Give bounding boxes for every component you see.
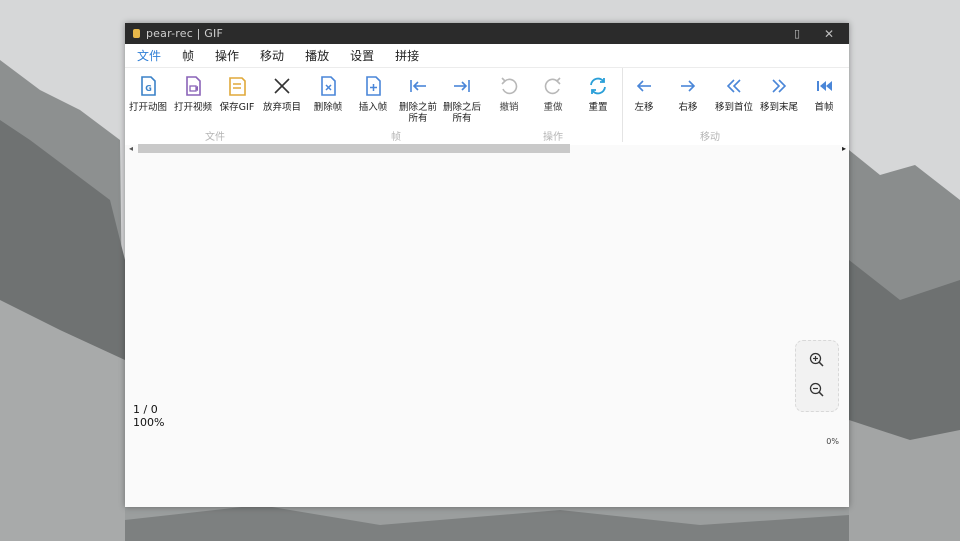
menu-settings[interactable]: 设置 (350, 47, 374, 64)
open-video-button[interactable]: 打开视频 (171, 75, 215, 113)
delete-frame-button[interactable]: 删除帧 (306, 75, 350, 113)
zoom-out-icon[interactable] (808, 381, 826, 399)
scroll-left-arrow-icon[interactable]: ◂ (129, 144, 133, 153)
zoom-in-icon[interactable] (808, 351, 826, 369)
save-gif-button[interactable]: 保存GIF (215, 75, 259, 113)
delete-before-button[interactable]: 删除之前所有 (396, 75, 440, 124)
skip-to-start-icon (817, 81, 832, 91)
frame-info: 1 / 0 100% (133, 403, 164, 429)
frame-counter: 1 / 0 (133, 403, 158, 416)
reset-button[interactable]: 重置 (576, 75, 620, 113)
arrow-left-icon (636, 80, 651, 92)
video-file-icon (186, 76, 201, 96)
move-left-button[interactable]: 左移 (622, 75, 666, 113)
group-label-file: 文件 (205, 132, 225, 143)
double-chevron-right-icon (772, 79, 787, 93)
move-last-button[interactable]: 移到末尾 (757, 75, 801, 113)
title-bar: pear-rec | GIF ▯ ✕ (125, 23, 849, 44)
svg-text:G: G (145, 84, 152, 93)
menu-bar: 文件 帧 操作 移动 播放 设置 拼接 (125, 44, 849, 68)
menu-operation[interactable]: 操作 (215, 47, 239, 64)
scroll-right-arrow-icon[interactable]: ▸ (842, 144, 846, 153)
group-label-frame: 帧 (391, 132, 401, 143)
refresh-icon (590, 77, 606, 95)
scrollbar-thumb[interactable] (138, 144, 570, 153)
close-button[interactable]: ✕ (815, 23, 843, 44)
insert-frame-button[interactable]: 插入帧 (351, 75, 395, 113)
undo-icon (501, 77, 518, 95)
zoom-panel (795, 340, 839, 412)
app-window: pear-rec | GIF ▯ ✕ 文件 帧 操作 移动 播放 设置 拼接 G… (125, 23, 849, 507)
menu-splice[interactable]: 拼接 (395, 47, 419, 64)
arrow-right-icon (681, 80, 696, 92)
app-logo-icon (133, 29, 140, 38)
open-gif-button[interactable]: G 打开动图 (126, 75, 170, 113)
window-title: pear-rec | GIF (146, 27, 223, 40)
undo-button[interactable]: 撤销 (487, 75, 531, 113)
progress-percent: 0% (826, 437, 839, 446)
delete-frame-icon (321, 76, 336, 96)
close-x-icon (274, 78, 290, 94)
save-file-icon (229, 77, 246, 96)
arrow-to-end-icon (454, 80, 470, 92)
arrow-to-start-icon (410, 80, 426, 92)
gif-file-icon: G (141, 76, 156, 96)
menu-frame[interactable]: 帧 (182, 47, 194, 64)
move-right-button[interactable]: 右移 (666, 75, 710, 113)
insert-frame-icon (366, 76, 381, 96)
toolbar-ribbon: G 打开动图 打开视频 保存GIF 放弃项目 删除帧 插入帧 删除之前所有 删除… (125, 68, 849, 145)
gif-canvas: 1 / 0 100% 0% (125, 154, 849, 507)
double-chevron-left-icon (726, 79, 741, 93)
redo-icon (544, 77, 561, 95)
discard-project-button[interactable]: 放弃项目 (260, 75, 304, 113)
delete-after-button[interactable]: 删除之后所有 (440, 75, 484, 124)
maximize-button[interactable]: ▯ (783, 23, 811, 44)
group-label-operation: 操作 (543, 132, 563, 143)
group-label-move: 移动 (700, 132, 720, 143)
menu-move[interactable]: 移动 (260, 47, 284, 64)
move-first-button[interactable]: 移到首位 (712, 75, 756, 113)
first-frame-button[interactable]: 首帧 (802, 75, 846, 113)
menu-file[interactable]: 文件 (137, 47, 161, 64)
zoom-level: 100% (133, 416, 165, 429)
menu-play[interactable]: 播放 (305, 47, 329, 64)
redo-button[interactable]: 重做 (531, 75, 575, 113)
toolbar-horizontal-scrollbar[interactable]: ◂ ▸ (125, 144, 849, 154)
